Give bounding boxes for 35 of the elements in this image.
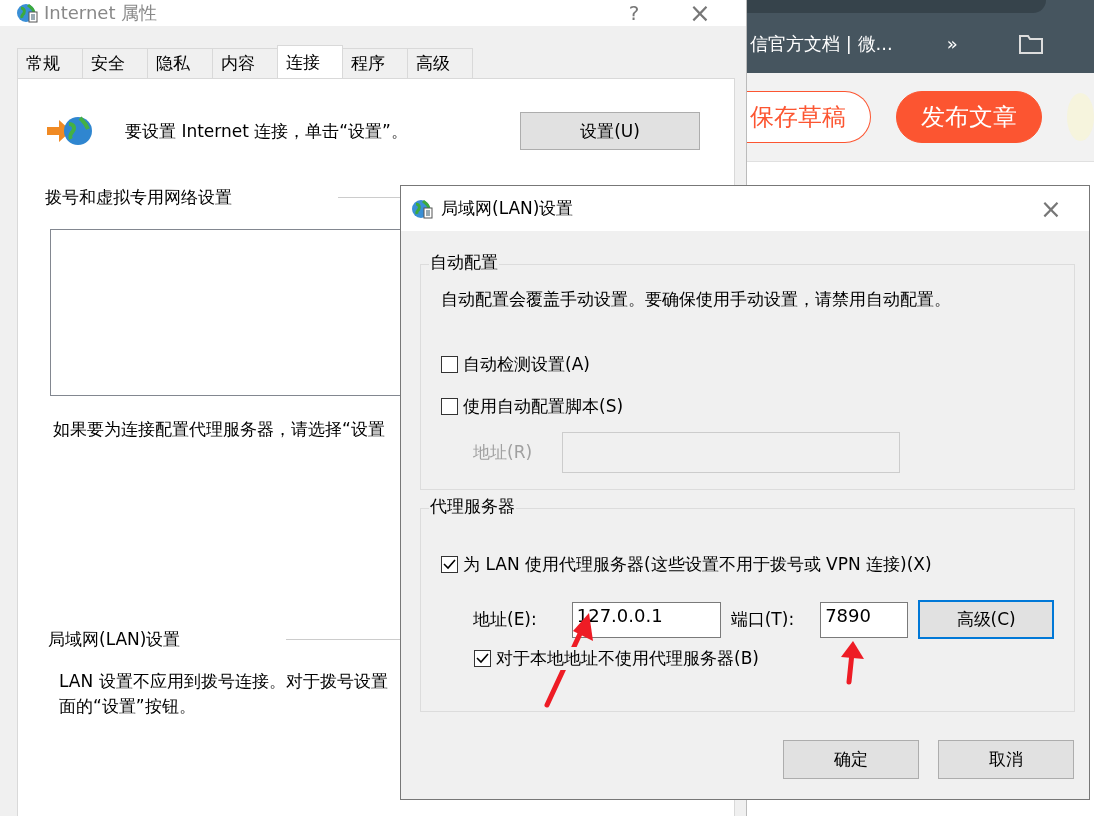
close-button[interactable]: × — [670, 0, 730, 28]
field-label: 端口(T): — [730, 608, 795, 631]
description: 自动配置会覆盖手动设置。要确保使用手动设置，请禁用自动配置。 — [441, 288, 952, 311]
connection-list[interactable] — [50, 229, 402, 396]
window-title: Internet 属性 — [44, 1, 159, 25]
folder-icon[interactable] — [1017, 32, 1044, 55]
group-title: 代理服务器 — [429, 495, 516, 518]
checkmark-icon — [476, 653, 489, 664]
close-button[interactable]: × — [1021, 193, 1081, 224]
globe-icon — [411, 197, 433, 220]
tab[interactable]: 常规 — [17, 48, 83, 78]
lan-note: 面的“设置”按钮。 — [59, 695, 197, 718]
network-setup-icon — [45, 114, 93, 148]
setup-instruction: 要设置 Internet 连接，单击“设置”。 — [125, 119, 408, 143]
setup-button[interactable]: 设置(U) — [520, 112, 700, 150]
more-bookmarks-button[interactable]: » — [946, 33, 958, 54]
dialog-title: 局域网(LAN)设置 — [441, 197, 575, 220]
port-field[interactable]: 7890 — [820, 601, 909, 638]
field-label: 地址(R) — [473, 441, 533, 464]
checkmark-icon — [443, 559, 456, 570]
lan-note: LAN 设置不应用到拨号连接。对于拨号设置 — [59, 670, 389, 693]
tab[interactable]: 连接 — [277, 45, 343, 78]
field-label: 地址(E): — [473, 608, 537, 631]
section-heading: 拨号和虚拟专用网络设置 — [45, 186, 232, 209]
dialog-button[interactable]: 取消 — [938, 740, 1074, 779]
group-title: 自动配置 — [429, 251, 499, 274]
section-heading: 局域网(LAN)设置 — [48, 628, 181, 651]
address-field[interactable]: 127.0.0.1 — [571, 601, 721, 638]
advanced-button[interactable]: 高级(C) — [918, 600, 1055, 639]
help-button[interactable]: ? — [604, 1, 664, 25]
bookmark-link[interactable]: 信官方文档 | 微... — [750, 31, 893, 56]
tab[interactable]: 高级 — [407, 48, 473, 78]
proxy-hint: 如果要为连接配置代理服务器，请选择“设置 — [53, 418, 386, 441]
address-field[interactable] — [562, 432, 901, 473]
dialog-button[interactable]: 确定 — [783, 740, 919, 779]
